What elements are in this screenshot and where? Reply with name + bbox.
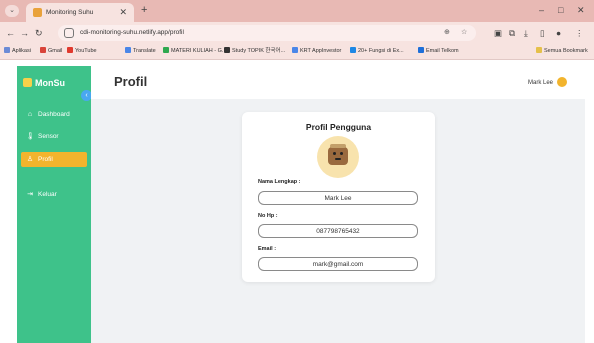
browser-tab[interactable]: Monitoring Suhu ✕ <box>26 3 134 22</box>
maximize-icon[interactable]: □ <box>558 4 563 16</box>
thermometer-icon: 🌡︎ <box>26 133 35 140</box>
sidebar-item-label: Profil <box>38 156 53 163</box>
puzzle-icon[interactable]: ⧉ <box>509 27 515 39</box>
bookmark-item[interactable]: Study TOPIK 한국어... <box>224 47 285 56</box>
forward-icon[interactable]: → <box>20 27 29 39</box>
fullname-field[interactable] <box>258 191 418 205</box>
avatar-hat <box>330 144 346 148</box>
main-content: Profil Mark Lee Profil Pengguna Nama Len… <box>91 66 585 343</box>
address-bar-row: ← → ↻ cdi-monitoring-suhu.netlify.app/pr… <box>0 22 594 44</box>
bookmark-item[interactable]: KRT AppInvestor <box>292 47 341 56</box>
brand[interactable]: MonSu <box>23 77 65 89</box>
sidebar: MonSu ⌂ Dashboard 🌡︎ Sensor ♙ Profil ⇥ Kelua… <box>17 66 91 343</box>
minimize-icon[interactable]: – <box>539 4 544 16</box>
email-label: Email : <box>258 246 277 252</box>
all-bookmarks[interactable]: Semua Bookmark <box>536 47 588 56</box>
download-icon[interactable]: ⤓ <box>524 27 528 39</box>
email-field[interactable] <box>258 257 418 271</box>
bookmark-item[interactable]: Gmail <box>40 47 62 56</box>
user-menu[interactable]: Mark Lee <box>528 77 567 88</box>
back-icon[interactable]: ← <box>6 27 15 39</box>
bookmark-item[interactable]: YouTube <box>67 47 97 56</box>
extension-icon[interactable]: ▣ <box>494 27 502 39</box>
brand-name: MonSu <box>35 78 65 88</box>
home-icon: ⌂ <box>27 111 33 118</box>
sidepanel-icon[interactable]: ▯ <box>540 27 545 39</box>
sidebar-item-profil[interactable]: ♙ Profil <box>21 152 87 167</box>
user-icon: ♙ <box>26 156 34 163</box>
bookmarks-bar: Aplikasi Gmail YouTube Translate MATERI … <box>0 44 594 60</box>
bookmark-item[interactable]: MATERI KULIAH - G... <box>163 47 227 56</box>
page-title: Profil <box>114 74 148 89</box>
sidebar-item-label: Sensor <box>38 133 59 140</box>
bookmark-item[interactable]: Email Telkom <box>418 47 459 56</box>
reload-icon[interactable]: ↻ <box>35 27 43 39</box>
avatar-mouth <box>335 158 341 160</box>
phone-label: No Hp : <box>258 213 278 219</box>
page-viewport: MonSu ⌂ Dashboard 🌡︎ Sensor ♙ Profil ⇥ Kelua… <box>0 60 594 343</box>
install-app-icon[interactable]: ⊕ <box>444 28 450 38</box>
close-window-icon[interactable]: ✕ <box>577 4 585 16</box>
avatar-eye <box>333 152 336 155</box>
profile-avatar <box>317 136 359 178</box>
tab-search-icon[interactable]: ⌄ <box>5 5 19 17</box>
sidebar-item-keluar[interactable]: ⇥ Keluar <box>21 187 87 202</box>
bookmark-item[interactable]: Translate <box>125 47 156 56</box>
card-title: Profil Pengguna <box>305 122 372 132</box>
bookmark-item[interactable]: 20+ Fungsi di Ex... <box>350 47 404 56</box>
new-tab-icon[interactable]: + <box>141 4 147 17</box>
logo-icon <box>23 78 32 87</box>
site-info-icon[interactable] <box>64 28 74 38</box>
profile-card: Profil Pengguna Nama Lengkap : No Hp : E… <box>242 112 435 282</box>
avatar-face-icon <box>328 147 348 165</box>
bookmark-star-icon[interactable]: ☆ <box>461 28 467 38</box>
sidebar-item-label: Keluar <box>38 191 57 198</box>
profile-icon[interactable]: ● <box>556 27 561 39</box>
phone-field[interactable] <box>258 224 418 238</box>
avatar-eye <box>340 152 343 155</box>
url-text: cdi-monitoring-suhu.netlify.app/profil <box>80 29 184 36</box>
browser-tab-bar: ⌄ Monitoring Suhu ✕ + – □ ✕ <box>0 0 594 22</box>
menu-dots-icon[interactable]: ⋮ <box>575 27 584 39</box>
top-header: Profil Mark Lee <box>91 66 585 99</box>
user-name: Mark Lee <box>527 80 553 86</box>
tab-title: Monitoring Suhu <box>46 9 94 16</box>
fullname-label: Nama Lengkap : <box>258 179 301 185</box>
tab-favicon-icon <box>33 8 42 17</box>
avatar <box>557 77 567 87</box>
bookmark-item[interactable]: Aplikasi <box>4 47 31 56</box>
sidebar-item-dashboard[interactable]: ⌂ Dashboard <box>21 107 87 122</box>
tab-close-icon[interactable]: ✕ <box>119 6 127 18</box>
url-bar[interactable]: cdi-monitoring-suhu.netlify.app/profil ⊕… <box>58 25 476 41</box>
sidebar-item-label: Dashboard <box>38 111 70 118</box>
sidebar-item-sensor[interactable]: 🌡︎ Sensor <box>21 129 87 144</box>
logout-icon: ⇥ <box>27 191 33 198</box>
